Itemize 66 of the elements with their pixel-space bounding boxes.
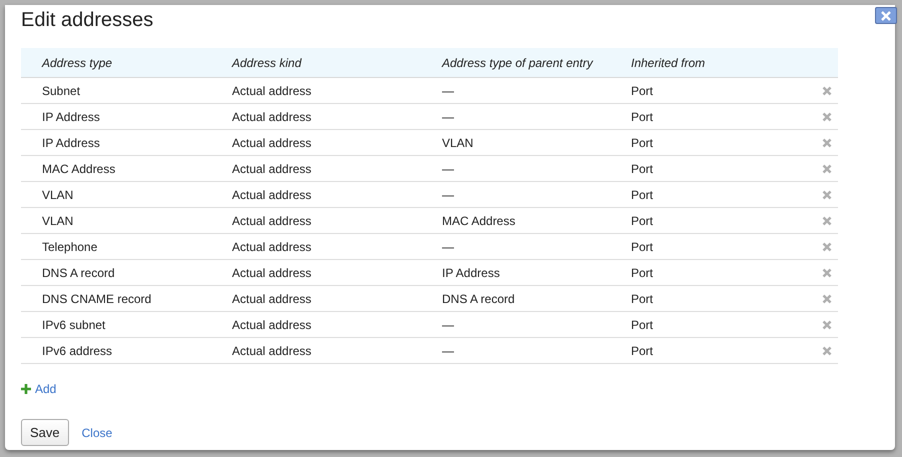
table-cell: Port bbox=[631, 110, 654, 124]
save-button[interactable]: Save bbox=[21, 419, 69, 446]
delete-icon[interactable] bbox=[822, 320, 832, 330]
table-cell: DNS A record bbox=[442, 292, 515, 306]
table-cell: Port bbox=[631, 136, 654, 150]
table-cell: Port bbox=[631, 266, 654, 280]
table-cell: — bbox=[442, 318, 454, 332]
table-cell: Port bbox=[631, 292, 654, 306]
close-icon bbox=[881, 10, 891, 20]
delete-icon[interactable] bbox=[822, 216, 832, 226]
close-link[interactable]: Close bbox=[82, 426, 112, 440]
delete-icon[interactable] bbox=[822, 112, 832, 122]
table-cell: VLAN bbox=[42, 214, 74, 228]
table-cell: Port bbox=[631, 318, 654, 332]
table-cell: VLAN bbox=[442, 136, 474, 150]
table-cell: DNS A record bbox=[42, 266, 115, 280]
table-cell: IP Address bbox=[42, 110, 100, 124]
delete-icon[interactable] bbox=[822, 346, 832, 356]
table-cell: Actual address bbox=[232, 188, 312, 202]
delete-icon[interactable] bbox=[822, 138, 832, 148]
delete-icon[interactable] bbox=[822, 294, 832, 304]
table-cell: IP Address bbox=[42, 136, 100, 150]
table-cell: Port bbox=[631, 214, 654, 228]
table-cell: Port bbox=[631, 240, 654, 254]
table-cell: IPv6 subnet bbox=[42, 318, 106, 332]
table-cell: — bbox=[442, 110, 454, 124]
table-cell: IP Address bbox=[442, 266, 500, 280]
table-cell: — bbox=[442, 240, 454, 254]
column-header: Inherited from bbox=[631, 56, 706, 70]
table-cell: MAC Address bbox=[42, 162, 116, 176]
table-cell: — bbox=[442, 344, 454, 358]
delete-icon[interactable] bbox=[822, 164, 832, 174]
table-cell: Port bbox=[631, 84, 654, 98]
dialog-title: Edit addresses bbox=[21, 8, 154, 32]
column-header: Address kind bbox=[232, 56, 302, 70]
table-cell: Actual address bbox=[232, 266, 312, 280]
table-cell: Actual address bbox=[232, 292, 312, 306]
table-cell: — bbox=[442, 188, 454, 202]
table-cell: Telephone bbox=[42, 240, 98, 254]
table-cell: — bbox=[442, 84, 454, 98]
delete-icon[interactable] bbox=[822, 190, 832, 200]
table-cell: Actual address bbox=[232, 318, 312, 332]
table-cell: Port bbox=[631, 188, 654, 202]
table-cell: Actual address bbox=[232, 214, 312, 228]
delete-icon[interactable] bbox=[822, 86, 832, 96]
column-header: Address type of parent entry bbox=[442, 56, 593, 70]
table-cell: Port bbox=[631, 162, 654, 176]
add-link[interactable]: Add bbox=[21, 382, 56, 396]
table-cell: VLAN bbox=[42, 188, 74, 202]
table-cell: Port bbox=[631, 344, 654, 358]
table-cell: Actual address bbox=[232, 240, 312, 254]
table-cell: MAC Address bbox=[442, 214, 516, 228]
delete-icon[interactable] bbox=[822, 242, 832, 252]
delete-icon[interactable] bbox=[822, 268, 832, 278]
table-cell: Actual address bbox=[232, 84, 312, 98]
table-cell: Actual address bbox=[232, 136, 312, 150]
table-cell: Actual address bbox=[232, 110, 312, 124]
table-cell: DNS CNAME record bbox=[42, 292, 152, 306]
table-cell: — bbox=[442, 162, 454, 176]
close-button[interactable] bbox=[875, 7, 897, 24]
plus-icon bbox=[21, 384, 31, 394]
table-cell: Actual address bbox=[232, 162, 312, 176]
column-header: Address type bbox=[42, 56, 112, 70]
table-cell: Subnet bbox=[42, 84, 80, 98]
table-cell: Actual address bbox=[232, 344, 312, 358]
table-cell: IPv6 address bbox=[42, 344, 112, 358]
